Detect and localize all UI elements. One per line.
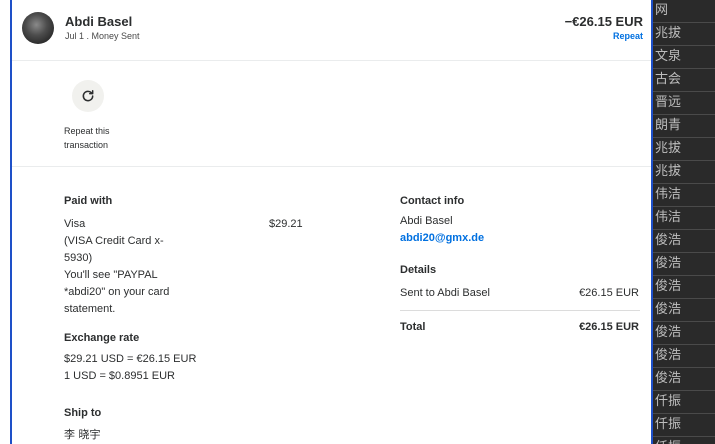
details-divider [400, 310, 640, 311]
background-list-item: 俊浩 [651, 253, 715, 276]
exchange-rate: $29.21 USD = €26.15 EUR 1 USD = $0.8951 … [64, 351, 264, 385]
background-list-item: 仟振 [651, 391, 715, 414]
transaction-detail-panel: Abdi Basel Jul 1 . Money Sent −€26.15 EU… [10, 0, 653, 444]
transaction-subtitle: Jul 1 . Money Sent [65, 31, 140, 41]
transaction-header: Abdi Basel Jul 1 . Money Sent −€26.15 EU… [12, 0, 651, 61]
background-list-item: 文泉 [651, 46, 715, 69]
background-list-item: 伟洁 [651, 207, 715, 230]
contact-name: Abdi Basel [400, 215, 453, 227]
background-list-item: 朗青 [651, 115, 715, 138]
exchange-rate-line: $29.21 USD = €26.15 EUR [64, 353, 197, 365]
background-list-item: ⽹ [651, 0, 715, 23]
details-heading: Details [400, 264, 437, 276]
background-list-item: 古会 [651, 69, 715, 92]
total-value: €26.15 EUR [579, 321, 639, 333]
repeat-button[interactable] [72, 80, 104, 112]
background-list-item: 仟振 [651, 437, 715, 444]
contact-email[interactable]: abdi20@gmx.de [400, 232, 484, 244]
ship-to-heading: Ship to [64, 407, 102, 419]
details-row-value: €26.15 EUR [579, 287, 639, 299]
background-list-item: 兆拔 [651, 161, 715, 184]
background-list-item: 俊浩 [651, 322, 715, 345]
payment-method-line: You'll see "PAYPAL [64, 269, 158, 281]
contact-info-heading: Contact info [400, 195, 465, 207]
payment-method-line: 5930) [64, 252, 93, 264]
details-row-label: Sent to Abdi Basel [400, 287, 490, 299]
background-list: ⽹兆拔文泉古会晋远朗青兆拔兆拔伟洁伟洁俊浩俊浩俊浩俊浩俊浩俊浩俊浩仟振仟振仟振 [651, 0, 715, 444]
paid-with-heading: Paid with [64, 195, 113, 207]
payment-method-line: *abdi20" on your card [64, 286, 170, 298]
payment-method-line: Visa [64, 218, 86, 230]
payment-method: Visa (VISA Credit Card x- 5930) You'll s… [64, 216, 194, 318]
payment-method-line: statement. [64, 303, 116, 315]
background-list-item: 兆拔 [651, 23, 715, 46]
paid-amount: $29.21 [269, 218, 303, 230]
background-list-item: 俊浩 [651, 368, 715, 391]
exchange-rate-line: 1 USD = $0.8951 EUR [64, 370, 175, 382]
background-list-item: 兆拔 [651, 138, 715, 161]
divider [12, 166, 651, 167]
background-list-item: 俊浩 [651, 276, 715, 299]
transaction-amount: −€26.15 EUR [564, 14, 643, 29]
background-list-item: 伟洁 [651, 184, 715, 207]
total-label: Total [400, 321, 426, 333]
ship-to-name: 李 晓宇 [64, 428, 101, 441]
exchange-rate-heading: Exchange rate [64, 332, 140, 344]
payment-method-line: (VISA Credit Card x- [64, 235, 164, 247]
background-list-item: 晋远 [651, 92, 715, 115]
background-list-item: 俊浩 [651, 230, 715, 253]
refresh-icon [82, 89, 94, 102]
avatar [22, 12, 54, 44]
repeat-link[interactable]: Repeat [613, 31, 643, 41]
background-list-item: 俊浩 [651, 345, 715, 368]
recipient-name: Abdi Basel [65, 14, 133, 29]
repeat-label[interactable]: Repeat this transaction [64, 124, 144, 152]
background-left [0, 0, 10, 444]
background-list-item: 仟振 [651, 414, 715, 437]
background-list-item: 俊浩 [651, 299, 715, 322]
